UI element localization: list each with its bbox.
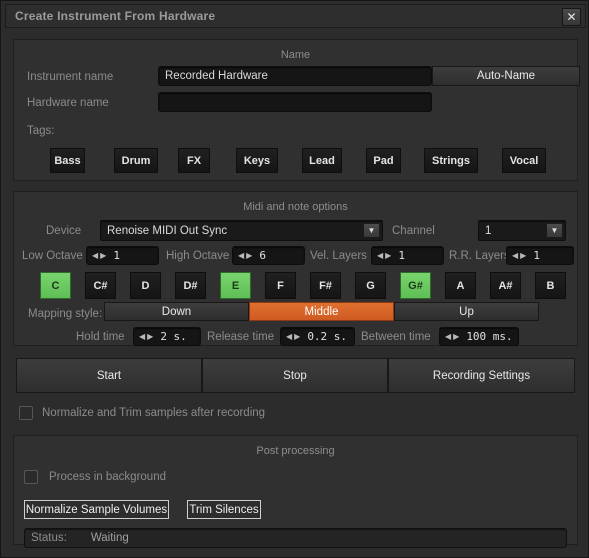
note-button-d[interactable]: D [130,272,161,299]
high-octave-value: 6 [259,249,266,262]
device-dropdown-value: Renoise MIDI Out Sync [107,224,228,237]
chevron-down-icon: ▼ [363,223,380,238]
left-arrow-icon[interactable]: ◀ [445,332,451,341]
channel-dropdown-value: 1 [485,224,492,237]
vel-layers-value: 1 [398,249,405,262]
device-label: Device [46,225,82,237]
stop-button[interactable]: Stop [202,358,388,393]
channel-label: Channel [392,225,435,237]
right-arrow-icon[interactable]: ▶ [100,251,106,260]
tag-button-pad[interactable]: Pad [366,148,401,173]
note-button-g-sharp[interactable]: G# [400,272,431,299]
between-time-value: 100 ms. [466,330,513,343]
right-arrow-icon[interactable]: ▶ [246,251,252,260]
trim-silences-button[interactable]: Trim Silences [187,500,261,519]
release-time-stepper[interactable]: ◀ ▶ 0.2 s. [280,327,355,346]
note-button-d-sharp[interactable]: D# [175,272,206,299]
left-arrow-icon[interactable]: ◀ [377,251,383,260]
release-time-label: Release time [207,331,275,343]
high-octave-stepper[interactable]: ◀ ▶ 6 [232,246,305,265]
hardware-name-input[interactable] [158,92,432,112]
tag-button-fx[interactable]: FX [178,148,210,173]
mapping-style-up[interactable]: Up [394,302,539,321]
between-time-label: Between time [361,331,431,343]
window-title: Create Instrument From Hardware [15,9,216,23]
mapping-style-down[interactable]: Down [104,302,249,321]
status-bar: Status: Waiting [24,528,567,548]
status-value: Waiting [90,532,129,544]
name-panel: Name Instrument name Recorded Hardware A… [13,39,580,181]
tag-button-drum[interactable]: Drum [114,148,158,173]
right-arrow-icon[interactable]: ▶ [453,332,459,341]
note-button-a-sharp[interactable]: A# [490,272,521,299]
channel-dropdown[interactable]: 1 ▼ [478,220,566,241]
right-arrow-icon[interactable]: ▶ [147,332,153,341]
post-processing-title: Post processing [256,445,335,457]
tag-button-strings[interactable]: Strings [424,148,478,173]
right-arrow-icon[interactable]: ▶ [520,251,526,260]
tags-label: Tags: [27,125,55,137]
process-in-background-label: Process in background [49,471,166,483]
mapping-style-middle[interactable]: Middle [249,302,394,321]
mapping-style-label: Mapping style: [28,308,103,320]
note-button-f-sharp[interactable]: F# [310,272,341,299]
left-arrow-icon[interactable]: ◀ [238,251,244,260]
post-processing-panel: Post processing Process in background No… [13,435,578,548]
rr-layers-stepper[interactable]: ◀ ▶ 1 [506,246,574,265]
normalize-sample-volumes-button[interactable]: Normalize Sample Volumes [24,500,169,519]
midi-panel-title: Midi and note options [243,201,348,213]
note-button-g[interactable]: G [355,272,386,299]
hold-time-stepper[interactable]: ◀ ▶ 2 s. [133,327,201,346]
between-time-stepper[interactable]: ◀ ▶ 100 ms. [439,327,519,346]
vel-layers-stepper[interactable]: ◀ ▶ 1 [371,246,444,265]
close-icon[interactable]: ✕ [562,8,581,26]
low-octave-stepper[interactable]: ◀ ▶ 1 [86,246,159,265]
auto-name-button[interactable]: Auto-Name [432,66,580,86]
instrument-name-input[interactable]: Recorded Hardware [158,66,432,86]
hold-time-label: Hold time [76,331,125,343]
left-arrow-icon[interactable]: ◀ [92,251,98,260]
note-button-b[interactable]: B [535,272,566,299]
vel-layers-label: Vel. Layers [310,250,367,262]
note-button-c-sharp[interactable]: C# [85,272,116,299]
rr-layers-value: 1 [533,249,540,262]
hardware-name-label: Hardware name [27,97,109,109]
hold-time-value: 2 s. [160,330,187,343]
window-title-bar: Create Instrument From Hardware ✕ [5,4,586,28]
rr-layers-label: R.R. Layers [449,250,510,262]
left-arrow-icon[interactable]: ◀ [512,251,518,260]
low-octave-value: 1 [113,249,120,262]
right-arrow-icon[interactable]: ▶ [385,251,391,260]
recording-settings-button[interactable]: Recording Settings [388,358,575,393]
tag-button-vocal[interactable]: Vocal [502,148,546,173]
note-button-a[interactable]: A [445,272,476,299]
normalize-trim-label: Normalize and Trim samples after recordi… [42,407,266,419]
release-time-value: 0.2 s. [307,330,348,343]
normalize-trim-checkbox[interactable] [19,406,33,420]
tag-button-bass[interactable]: Bass [50,148,85,173]
tag-button-keys[interactable]: Keys [236,148,278,173]
process-in-background-checkbox[interactable] [24,470,38,484]
midi-options-panel: Midi and note options Device Renoise MID… [13,191,578,346]
chevron-down-icon: ▼ [546,223,563,238]
left-arrow-icon[interactable]: ◀ [139,332,145,341]
high-octave-label: High Octave [166,250,230,262]
right-arrow-icon[interactable]: ▶ [294,332,300,341]
status-label: Status: [31,532,67,544]
tag-button-lead[interactable]: Lead [302,148,342,173]
create-instrument-dialog: Create Instrument From Hardware ✕ Name I… [0,0,589,558]
device-dropdown[interactable]: Renoise MIDI Out Sync ▼ [100,220,383,241]
note-button-f[interactable]: F [265,272,296,299]
left-arrow-icon[interactable]: ◀ [286,332,292,341]
note-button-e[interactable]: E [220,272,251,299]
note-button-c[interactable]: C [40,272,71,299]
name-panel-title: Name [280,49,311,61]
instrument-name-label: Instrument name [27,71,114,83]
low-octave-label: Low Octave [22,250,83,262]
start-button[interactable]: Start [16,358,202,393]
